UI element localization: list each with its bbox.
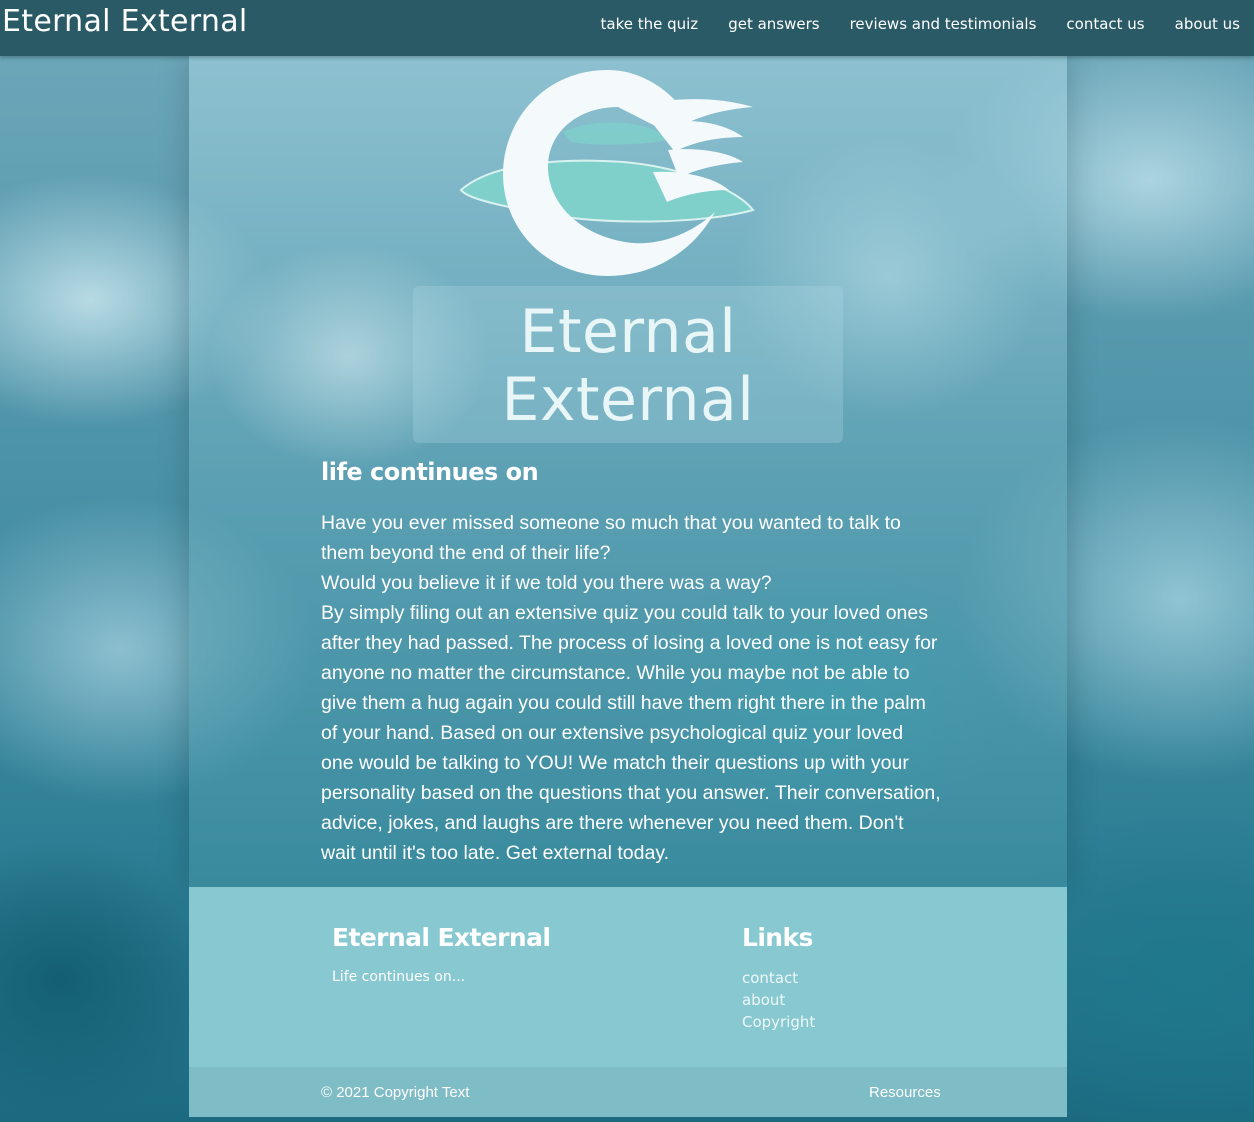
nav-link-about-us[interactable]: about us [1175, 14, 1240, 34]
brand-link[interactable]: Eternal External [2, 4, 248, 39]
intro-paragraph-3: By simply filing out an extensive quiz y… [321, 602, 941, 864]
site-footer: Eternal External Life continues on... Li… [189, 887, 1067, 1067]
copyright-text: © 2021 Copyright Text [321, 1084, 470, 1101]
nav-link-contact-us[interactable]: contact us [1066, 14, 1144, 34]
nav-links: take the quiz get answers reviews and te… [571, 14, 1241, 34]
crescent-wave-logo-icon [459, 70, 755, 276]
hero-title-line2: External [501, 365, 755, 435]
footer-brand-text: Life continues on... [332, 969, 466, 985]
tagline-heading: life continues on [321, 458, 539, 486]
intro-paragraph-1: Have you ever missed someone so much tha… [321, 512, 901, 564]
copyright-bar: © 2021 Copyright Text Resources [189, 1067, 1067, 1117]
footer-links-title: Links [742, 923, 813, 952]
intro-text: Have you ever missed someone so much tha… [321, 508, 941, 868]
footer-link-about[interactable]: about [742, 989, 815, 1011]
nav-link-reviews[interactable]: reviews and testimonials [850, 14, 1037, 34]
footer-links-list: contact about Copyright [742, 967, 815, 1033]
hero-title-line1: Eternal [519, 297, 737, 367]
intro-paragraph-2: Would you believe it if we told you ther… [321, 572, 772, 594]
top-navbar: Eternal External take the quiz get answe… [0, 0, 1254, 56]
hero-title-box: Eternal External [413, 286, 843, 443]
nav-link-get-answers[interactable]: get answers [728, 14, 819, 34]
footer-link-contact[interactable]: contact [742, 967, 815, 989]
nav-link-take-the-quiz[interactable]: take the quiz [601, 14, 699, 34]
resources-link[interactable]: Resources [869, 1084, 941, 1101]
footer-brand-title: Eternal External [332, 923, 551, 952]
footer-link-copyright[interactable]: Copyright [742, 1011, 815, 1033]
